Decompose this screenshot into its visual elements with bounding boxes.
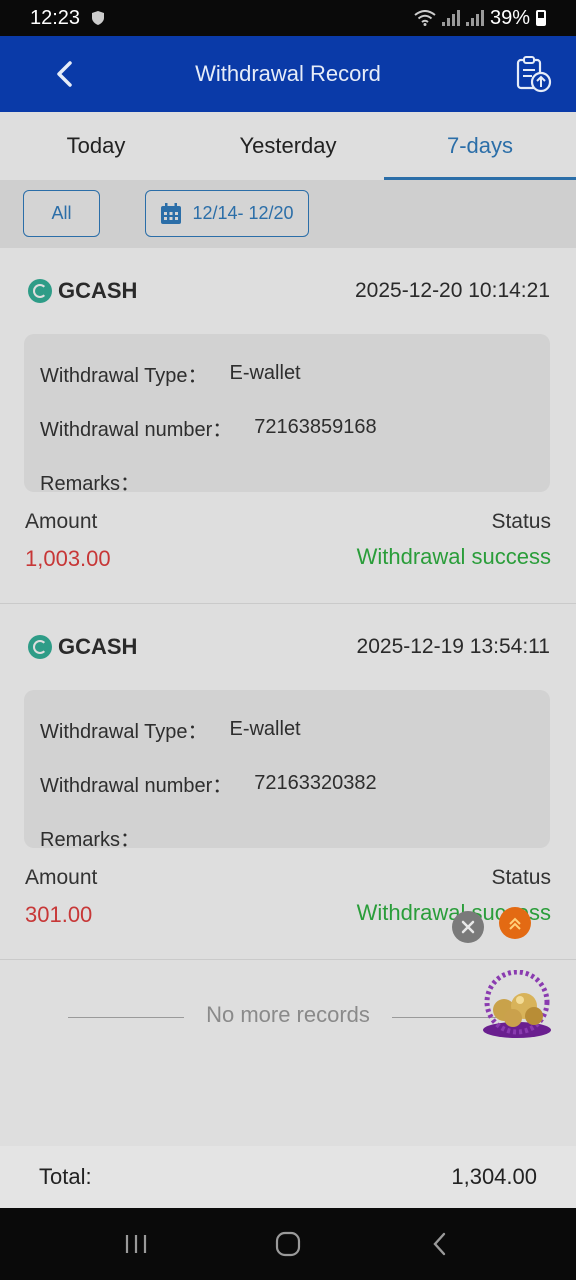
withdrawal-record-card[interactable]: GCASH 2025-12-19 13:54:11 Withdrawal Typ… xyxy=(0,604,576,960)
close-icon[interactable] xyxy=(452,911,484,943)
date-range-button[interactable]: 12/14- 12/20 xyxy=(145,190,309,237)
chevron-left-icon[interactable] xyxy=(48,56,84,92)
payment-method: GCASH xyxy=(28,278,137,304)
calendar-icon xyxy=(161,202,182,224)
payment-method-label: GCASH xyxy=(58,634,138,659)
status-label: Status xyxy=(491,510,551,533)
signal-icon-1 xyxy=(441,10,460,26)
payment-method: GCASH xyxy=(28,634,137,660)
withdrawal-type-value: E-wallet xyxy=(229,361,301,384)
gcash-icon xyxy=(28,279,52,303)
total-label: Total: xyxy=(39,1164,92,1189)
back-icon[interactable] xyxy=(420,1224,460,1264)
date-range-label: 12/14- 12/20 xyxy=(192,203,294,223)
total-value: 1,304.00 xyxy=(451,1164,537,1189)
withdrawal-type-label: Withdrawal Type： xyxy=(40,720,208,743)
withdrawal-record-card[interactable]: GCASH 2025-12-20 10:14:21 Withdrawal Typ… xyxy=(0,248,576,604)
record-datetime: 2025-12-20 10:14:21 xyxy=(355,279,550,302)
home-icon[interactable] xyxy=(268,1224,308,1264)
withdrawal-type-value: E-wallet xyxy=(229,717,301,740)
signal-icon-2 xyxy=(465,10,484,26)
withdrawal-number-label: Withdrawal number： xyxy=(40,774,233,797)
status-label: Status xyxy=(491,866,551,889)
withdrawal-number-value: 72163859168 xyxy=(254,415,377,438)
tab-today[interactable]: Today xyxy=(0,112,192,180)
wifi-icon xyxy=(414,10,436,26)
status-time: 12:23 xyxy=(30,6,81,29)
all-filter-label: All xyxy=(51,203,72,223)
page-title: Withdrawal Record xyxy=(195,61,381,86)
system-nav-bar xyxy=(0,1208,576,1280)
recent-apps-icon[interactable] xyxy=(116,1224,156,1264)
date-tabs: Today Yesterday 7-days xyxy=(0,112,576,180)
battery-percent: 39% xyxy=(489,6,530,29)
tab-yesterday[interactable]: Yesterday xyxy=(192,112,384,180)
amount-label: Amount xyxy=(25,510,98,533)
record-datetime: 2025-12-19 13:54:11 xyxy=(356,635,550,658)
filter-bar: All 12/14- 12/20 xyxy=(0,180,576,248)
shield-icon xyxy=(92,11,105,25)
status-bar: 12:23 39% xyxy=(0,0,576,36)
withdrawal-type-label: Withdrawal Type： xyxy=(40,364,208,387)
app-bar: Withdrawal Record xyxy=(0,36,576,112)
all-filter-button[interactable]: All xyxy=(23,190,100,237)
withdrawal-number-value: 72163320382 xyxy=(254,771,377,794)
double-chevron-up-icon[interactable] xyxy=(499,907,531,939)
payment-method-label: GCASH xyxy=(58,278,138,303)
promo-coins-icon[interactable] xyxy=(480,970,554,1040)
record-details: Withdrawal Type： E-wallet Withdrawal numb… xyxy=(24,690,550,851)
remarks-label: Remarks： xyxy=(40,472,141,495)
amount-label: Amount xyxy=(25,866,98,889)
remarks-label: Remarks： xyxy=(40,828,141,851)
withdrawal-number-label: Withdrawal number： xyxy=(40,418,233,441)
record-details: Withdrawal Type： E-wallet Withdrawal numb… xyxy=(24,334,550,495)
amount-value: 1,003.00 xyxy=(25,546,111,571)
battery-icon xyxy=(536,10,546,26)
status-value: Withdrawal success xyxy=(356,544,551,569)
total-bar: Total: 1,304.00 xyxy=(0,1146,576,1208)
clipboard-upload-icon[interactable] xyxy=(514,54,554,94)
gcash-icon xyxy=(28,635,52,659)
amount-value: 301.00 xyxy=(25,902,93,927)
tab-7-days[interactable]: 7-days xyxy=(384,112,576,180)
